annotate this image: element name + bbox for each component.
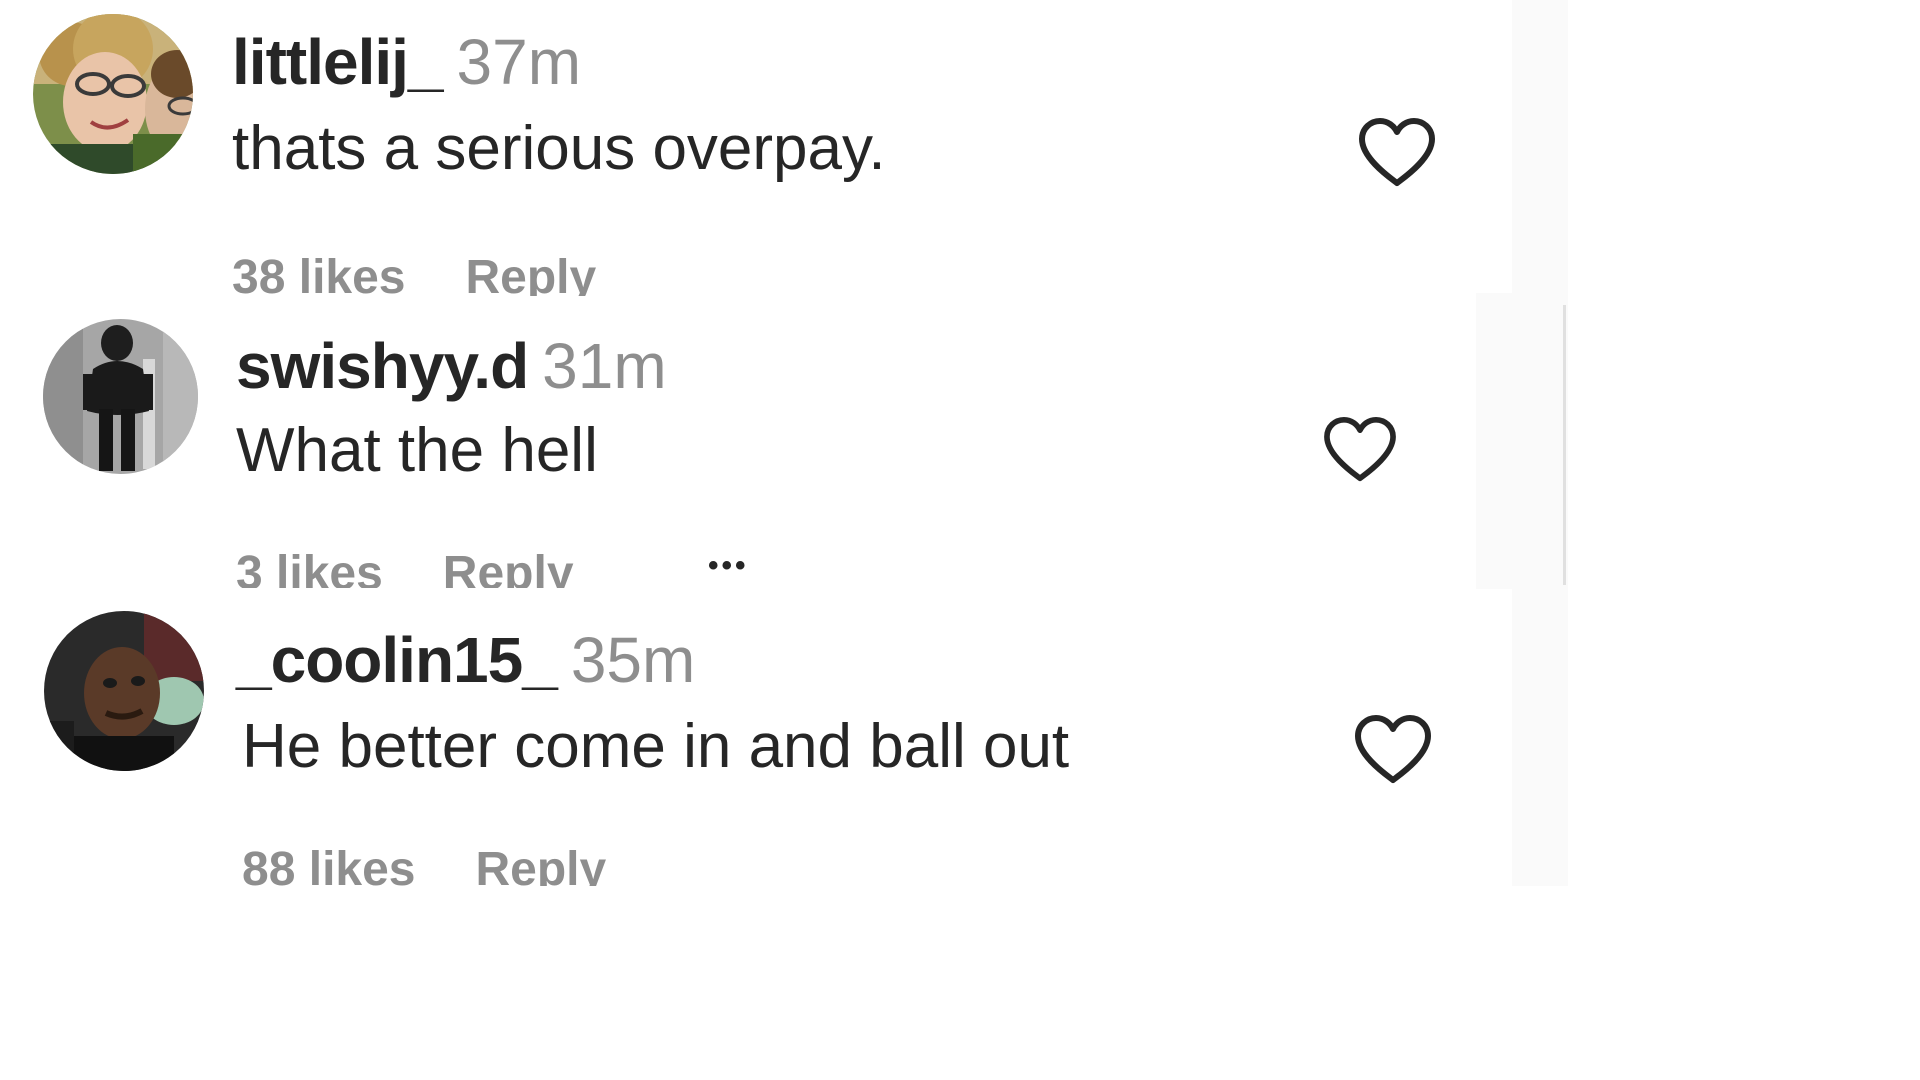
comment-text: What the hell	[236, 416, 598, 485]
comment-header: littlelij_ 37m	[232, 30, 581, 94]
comment-text: thats a serious overpay.	[232, 114, 886, 183]
avatar[interactable]	[43, 319, 198, 474]
comment-username[interactable]: swishyy.d	[236, 330, 529, 402]
comment-like-count[interactable]: 88 likes	[242, 846, 415, 886]
comment-actions: 38 likes Reply	[232, 254, 596, 296]
comment-item: swishyy.d 31m What the hell 3 likes Reply …	[0, 296, 1500, 588]
comment-like-count[interactable]: 38 likes	[232, 254, 405, 296]
comment-text: He better come in and ball out	[242, 712, 1070, 781]
heart-outline-icon[interactable]	[1352, 714, 1434, 786]
comment-timestamp: 31m	[542, 330, 667, 402]
avatar-image	[33, 14, 193, 174]
comment-actions: 3 likes Reply	[236, 550, 574, 588]
reply-button[interactable]: Reply	[475, 846, 606, 886]
comment-actions: 88 likes Reply	[242, 846, 606, 886]
comment-timestamp: 37m	[456, 26, 582, 98]
comment-username[interactable]: _coolin15_	[236, 624, 558, 696]
avatar[interactable]	[33, 14, 193, 174]
comment-header: _coolin15_ 35m	[236, 628, 695, 692]
avatar[interactable]	[44, 611, 204, 771]
scrollbar[interactable]	[1563, 305, 1566, 585]
heart-outline-icon[interactable]	[1321, 416, 1399, 484]
comment-timestamp: 35m	[570, 624, 696, 696]
avatar-image	[44, 611, 204, 771]
reply-button[interactable]: Reply	[465, 254, 596, 296]
comment-item: littlelij_ 37m thats a serious overpay. 3…	[0, 0, 1500, 296]
comment-username[interactable]: littlelij_	[232, 26, 443, 98]
reply-button[interactable]: Reply	[443, 550, 574, 588]
avatar-image	[43, 319, 198, 474]
heart-outline-icon[interactable]	[1356, 117, 1438, 189]
comment-header: swishyy.d 31m	[236, 334, 667, 398]
comment-item: _coolin15_ 35m He better come in and ball…	[0, 588, 1500, 886]
more-options-button[interactable]: •••	[708, 551, 749, 581]
comment-like-count[interactable]: 3 likes	[236, 550, 383, 588]
